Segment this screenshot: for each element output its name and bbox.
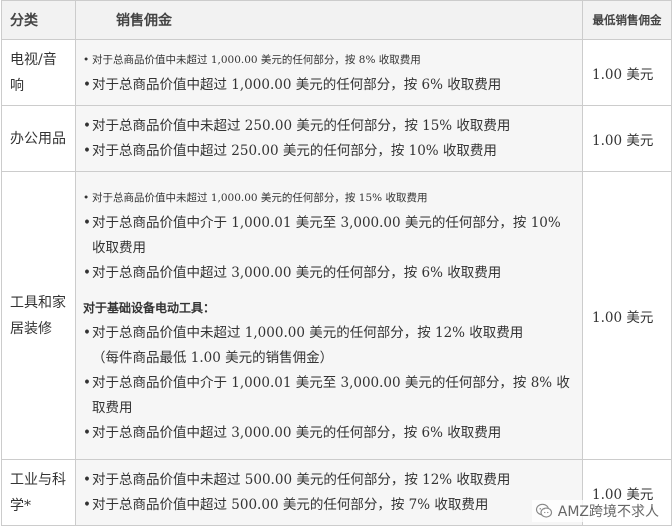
category-cell: 电视/音响 [1, 39, 76, 106]
commission-item: 对于总商品价值中介于 1,000.01 美元至 3,000.00 美元的任何部分… [83, 211, 575, 261]
power-tools-list: 对于总商品价值中未超过 1,000.00 美元的任何部分，按 12% 收取费用 … [83, 321, 575, 446]
commission-item: 对于总商品价值中超过 3,000.00 美元的任何部分，按 6% 收取费用 [83, 261, 575, 286]
category-cell: 办公用品 [1, 105, 76, 172]
commission-item: 对于总商品价值中未超过 250.00 美元的任何部分，按 15% 收取费用 [83, 114, 575, 139]
min-fee-note: （每件商品最低 1.00 美元的销售佣金） [92, 349, 334, 366]
watermark-text: AMZ跨境不求人 [557, 504, 659, 520]
commission-list: 对于总商品价值中未超过 1,000.00 美元的任何部分，按 8% 收取费用 对… [83, 48, 575, 98]
category-cell: 工具和家居装修 [1, 171, 76, 460]
min-fee-cell: 1.00 美元 [582, 171, 672, 460]
header-min-fee: 最低销售佣金 [582, 0, 672, 40]
min-fee-cell: 1.00 美元 [582, 105, 672, 172]
table-row: 办公用品 对于总商品价值中未超过 250.00 美元的任何部分，按 15% 收取… [1, 105, 672, 172]
commission-item: 对于总商品价值中未超过 1,000.00 美元的任何部分，按 12% 收取费用 … [83, 321, 575, 371]
commission-item: 对于总商品价值中超过 3,000.00 美元的任何部分，按 6% 收取费用 [83, 421, 575, 446]
commission-item: 对于总商品价值中未超过 1,000.00 美元的任何部分，按 15% 收取费用 [83, 186, 575, 211]
min-fee-cell: 1.00 美元 [582, 39, 672, 106]
watermark: AMZ跨境不求人 [531, 500, 662, 522]
commission-cell: 对于总商品价值中未超过 1,000.00 美元的任何部分，按 8% 收取费用 对… [75, 39, 583, 106]
commission-item: 对于总商品价值中超过 500.00 美元的任何部分，按 7% 收取费用 [83, 493, 575, 518]
commission-item: 对于总商品价值中未超过 500.00 美元的任何部分，按 12% 收取费用 [83, 468, 575, 493]
commission-list: 对于总商品价值中未超过 250.00 美元的任何部分，按 15% 收取费用 对于… [83, 114, 575, 164]
power-tools-heading: 对于基础设备电动工具： [83, 300, 216, 315]
commission-item: 对于总商品价值中超过 1,000.00 美元的任何部分，按 6% 收取费用 [83, 73, 575, 98]
category-cell: 工业与科学* [1, 459, 76, 526]
commission-cell: 对于总商品价值中未超过 1,000.00 美元的任何部分，按 15% 收取费用 … [75, 171, 583, 460]
header-commission: 销售佣金 [75, 0, 583, 40]
wechat-logo-icon [535, 503, 552, 518]
commission-cell: 对于总商品价值中未超过 500.00 美元的任何部分，按 12% 收取费用 对于… [75, 459, 583, 526]
commission-item: 对于总商品价值中超过 250.00 美元的任何部分，按 10% 收取费用 [83, 139, 575, 164]
table-row: 电视/音响 对于总商品价值中未超过 1,000.00 美元的任何部分，按 8% … [1, 39, 672, 106]
commission-item-text: 对于总商品价值中未超过 1,000.00 美元的任何部分，按 12% 收取费用 [92, 324, 524, 341]
header-category: 分类 [1, 0, 76, 40]
table-header-row: 分类 销售佣金 最低销售佣金 [1, 0, 672, 40]
commission-table: 分类 销售佣金 最低销售佣金 电视/音响 对于总商品价值中未超过 1,000.0… [1, 0, 672, 526]
commission-cell: 对于总商品价值中未超过 250.00 美元的任何部分，按 15% 收取费用 对于… [75, 105, 583, 172]
commission-list: 对于总商品价值中未超过 500.00 美元的任何部分，按 12% 收取费用 对于… [83, 468, 575, 518]
commission-item: 对于总商品价值中介于 1,000.01 美元至 3,000.00 美元的任何部分… [83, 371, 575, 421]
commission-list: 对于总商品价值中未超过 1,000.00 美元的任何部分，按 15% 收取费用 … [83, 186, 575, 286]
table-row: 工具和家居装修 对于总商品价值中未超过 1,000.00 美元的任何部分，按 1… [1, 171, 672, 460]
commission-item: 对于总商品价值中未超过 1,000.00 美元的任何部分，按 8% 收取费用 [83, 48, 575, 73]
